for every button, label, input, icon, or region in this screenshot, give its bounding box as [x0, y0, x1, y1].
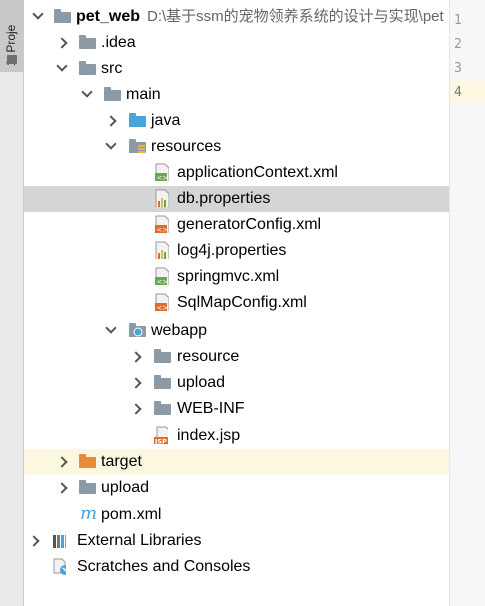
tree-row-main[interactable]: main: [24, 82, 449, 108]
chevron-right-icon[interactable]: [28, 528, 40, 554]
java-label: java: [151, 112, 181, 129]
root-label: pet_web: [76, 8, 141, 25]
tree-row-file[interactable]: JSP index.jsp: [24, 423, 449, 449]
jsp-file-icon: JSP: [154, 426, 168, 444]
resources-marker-icon: [138, 145, 145, 153]
tree-row-file[interactable]: log4j.properties: [24, 238, 449, 264]
chevron-down-icon[interactable]: [105, 134, 117, 160]
file-label: generatorConfig.xml: [177, 216, 322, 233]
svg-text:<>: <>: [157, 226, 169, 233]
chevron-down-icon[interactable]: [105, 318, 117, 344]
line-number: 2: [454, 37, 462, 52]
idea-label: .idea: [101, 34, 136, 51]
folder-icon: [79, 61, 96, 76]
tree-row-upload[interactable]: upload: [24, 475, 449, 501]
folder-icon: [104, 87, 121, 102]
chevron-down-icon[interactable]: [32, 4, 44, 30]
tree-row-file[interactable]: <> springmvc.xml: [24, 264, 449, 290]
folder-label: resource: [177, 348, 240, 365]
tree-row-pom[interactable]: m pom.xml: [24, 502, 449, 528]
library-icon: [53, 535, 66, 548]
file-label: applicationContext.xml: [177, 164, 338, 181]
webapp-label: webapp: [151, 322, 208, 339]
chevron-down-icon[interactable]: [56, 56, 68, 82]
chevron-right-icon[interactable]: [56, 449, 68, 475]
main-label: main: [126, 86, 161, 103]
tree-row-file[interactable]: <> SqlMapConfig.xml: [24, 290, 449, 316]
src-label: src: [101, 60, 123, 77]
line-number: 1: [454, 13, 462, 28]
svg-text:JSP: JSP: [154, 438, 167, 445]
tree-row-file[interactable]: <> applicationContext.xml: [24, 160, 449, 186]
scratches-icon: [53, 558, 66, 575]
excluded-folder-icon: [79, 454, 96, 469]
properties-file-icon: [155, 241, 169, 259]
properties-file-icon: [155, 189, 169, 207]
tree-row-webapp[interactable]: webapp: [24, 318, 449, 344]
root-path: D:\基于ssm的宠物领养系统的设计与实现\pet: [147, 8, 444, 25]
file-label: springmvc.xml: [177, 268, 280, 285]
line-number: 3: [454, 61, 462, 76]
tree-row-resources[interactable]: resources: [24, 134, 449, 160]
tree-row-pet-web[interactable]: pet_web D:\基于ssm的宠物领养系统的设计与实现\pet: [24, 4, 449, 30]
web-folder-icon: [129, 323, 146, 338]
chevron-right-icon[interactable]: [130, 344, 142, 370]
tree-row-scratches[interactable]: Scratches and Consoles: [24, 554, 449, 580]
folder-icon: [154, 349, 171, 364]
external-libraries-label: External Libraries: [77, 532, 202, 549]
project-tool-window-tab[interactable]: 1: Proje: [0, 0, 23, 72]
chevron-right-icon[interactable]: [56, 475, 68, 501]
tree-row-folder[interactable]: resource: [24, 344, 449, 370]
tree-row-folder[interactable]: WEB-INF: [24, 396, 449, 422]
chevron-right-icon[interactable]: [130, 370, 142, 396]
line-number: 4: [454, 85, 462, 100]
folder-icon: [154, 401, 171, 416]
folder-label: upload: [177, 374, 226, 391]
tree-row-src[interactable]: src: [24, 56, 449, 82]
xml-file-icon: <>: [155, 293, 169, 311]
tree-row-folder[interactable]: upload: [24, 370, 449, 396]
file-label: db.properties: [177, 190, 271, 207]
resources-folder-icon: [129, 139, 146, 154]
scratches-label: Scratches and Consoles: [77, 558, 251, 575]
tree-row-idea[interactable]: .idea: [24, 30, 449, 56]
svg-text:<>: <>: [157, 278, 169, 285]
web-marker-icon: [133, 327, 143, 337]
folder-icon: [79, 35, 96, 50]
editor-gutter: 1 2 3 4: [449, 0, 485, 606]
chevron-right-icon[interactable]: [56, 30, 68, 56]
file-label: SqlMapConfig.xml: [177, 294, 307, 311]
spring-xml-icon: <>: [155, 267, 169, 285]
folder-icon: [154, 375, 171, 390]
source-folder-icon: [129, 113, 146, 128]
chevron-down-icon[interactable]: [81, 82, 93, 108]
file-label: index.jsp: [177, 427, 241, 444]
folder-label: WEB-INF: [177, 400, 245, 417]
tree-row-java[interactable]: java: [24, 108, 449, 134]
spring-xml-icon: <>: [155, 163, 169, 181]
tree-row-external-libraries[interactable]: External Libraries: [24, 528, 449, 554]
folder-icon: [79, 480, 96, 495]
xml-file-icon: <>: [155, 215, 169, 233]
tool-window-strip: 1: Proje: [0, 0, 24, 606]
resources-label: resources: [151, 138, 222, 155]
chevron-right-icon[interactable]: [105, 108, 117, 134]
svg-text:<>: <>: [157, 174, 169, 181]
project-tree: pet_web D:\基于ssm的宠物领养系统的设计与实现\pet .idea …: [24, 0, 449, 606]
tree-row-target[interactable]: target: [24, 449, 449, 475]
upload-label: upload: [101, 479, 150, 496]
module-folder-icon: [54, 9, 71, 24]
file-label: log4j.properties: [177, 242, 287, 259]
tree-row-file[interactable]: <> generatorConfig.xml: [24, 212, 449, 238]
target-label: target: [101, 453, 142, 470]
folder-icon: [7, 55, 17, 64]
svg-text:<>: <>: [157, 304, 169, 311]
pom-label: pom.xml: [101, 506, 162, 523]
chevron-right-icon[interactable]: [130, 396, 142, 422]
maven-icon: m: [80, 503, 98, 524]
tree-row-file-selected[interactable]: db.properties: [24, 186, 449, 212]
